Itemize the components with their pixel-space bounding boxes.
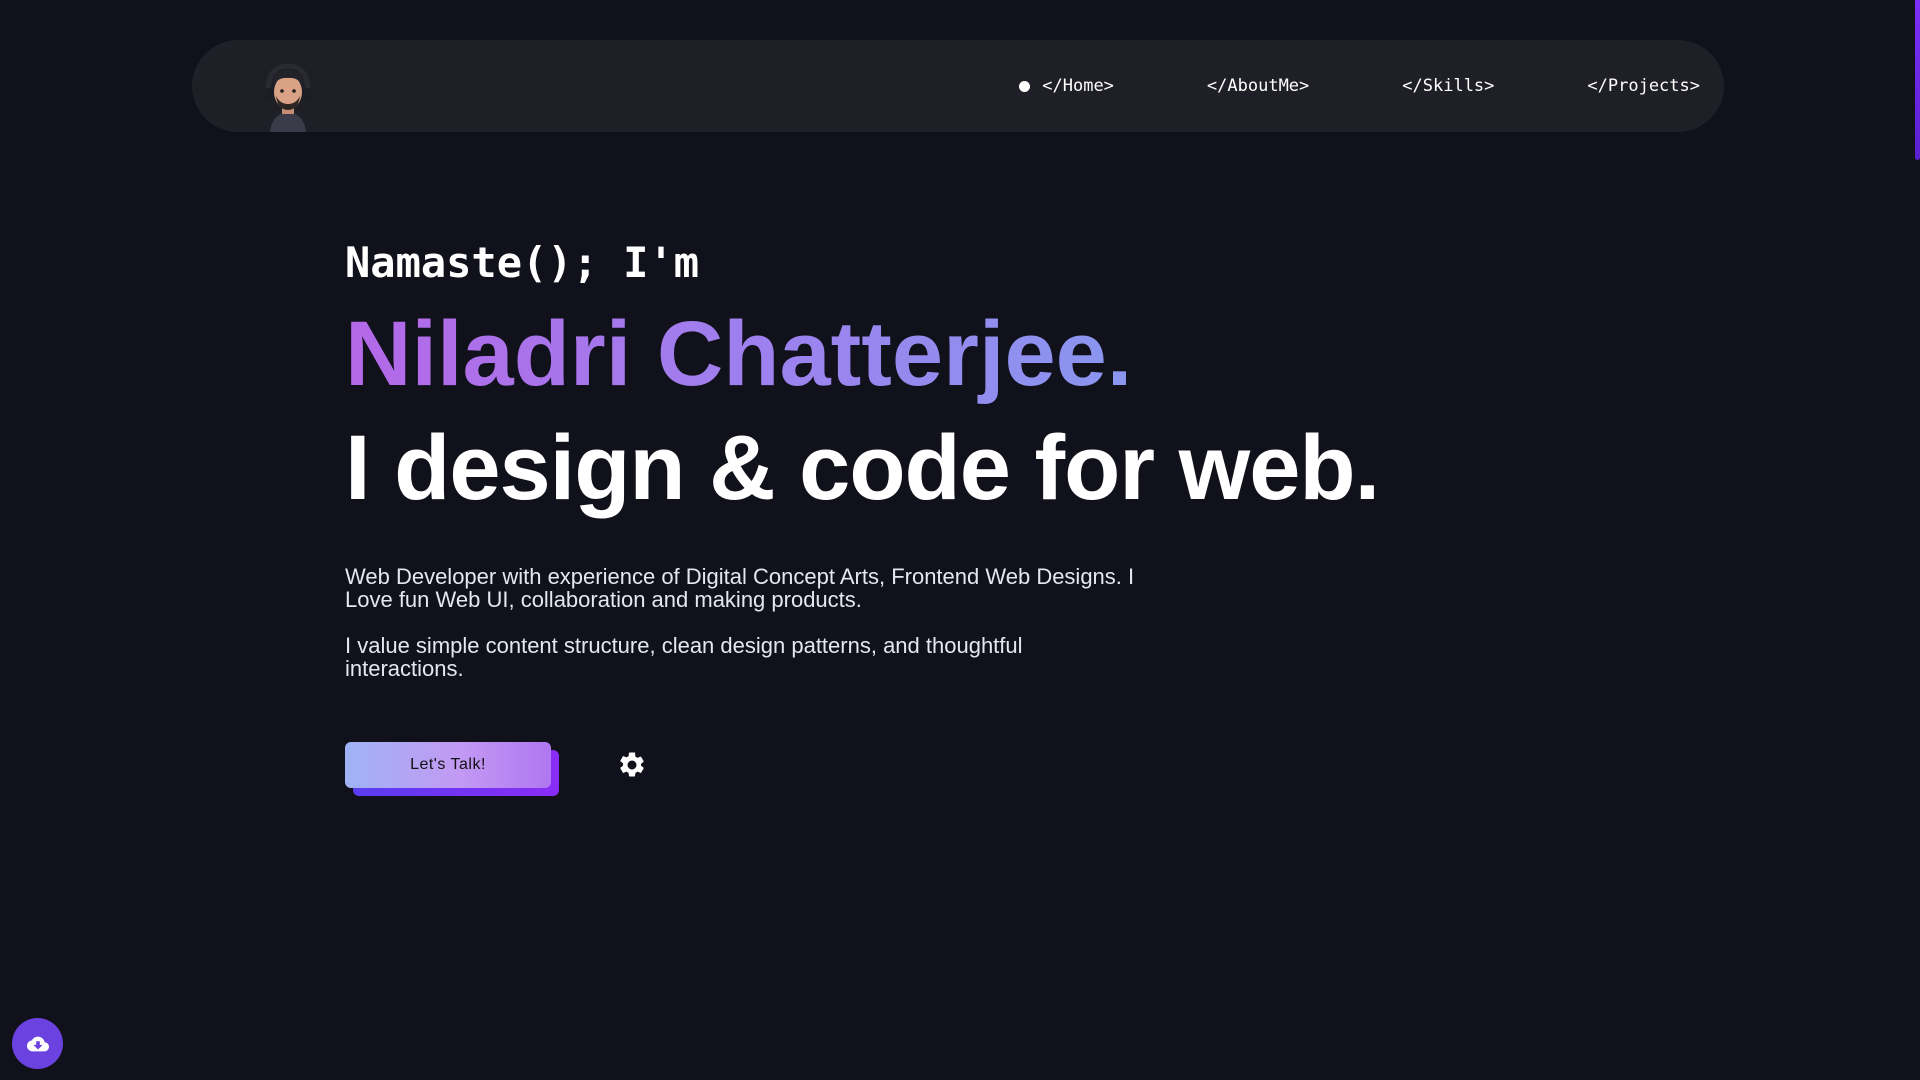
bio-paragraph: I value simple content structure, clean … xyxy=(345,633,1023,681)
cloud-download-icon xyxy=(26,1036,49,1051)
nav-item-label: </Skills> xyxy=(1402,76,1495,96)
nav-item-label: </Home> xyxy=(1042,76,1114,96)
page: </Home> </AboutMe> </Skills> </Projects>… xyxy=(0,0,1920,1080)
hero-bio: Web Developer with experience of Digital… xyxy=(345,565,1145,680)
lets-talk-button[interactable]: Let's Talk! xyxy=(345,742,551,788)
hero-section: Namaste(); I'm Niladri Chatterjee. I des… xyxy=(345,235,1445,796)
hero-tagline: I design & code for web. xyxy=(345,417,1380,519)
avatar[interactable] xyxy=(262,62,314,132)
nav-item-projects[interactable]: </Projects> xyxy=(1587,76,1700,96)
bio-paragraph: Web Developer with experience of Digital… xyxy=(345,564,1135,612)
nav-links: </Home> </AboutMe> </Skills> </Projects> xyxy=(1019,40,1700,132)
gear-icon xyxy=(620,752,644,777)
hero-actions: Let's Talk! xyxy=(345,742,1445,796)
nav-item-skills[interactable]: </Skills> xyxy=(1402,76,1494,96)
settings-button[interactable] xyxy=(617,750,647,780)
scrollbar[interactable] xyxy=(1915,0,1920,1080)
navbar: </Home> </AboutMe> </Skills> </Projects> xyxy=(192,40,1724,132)
download-resume-button[interactable] xyxy=(12,1018,63,1069)
nav-item-aboutme[interactable]: </AboutMe> xyxy=(1207,76,1309,96)
hero-greeting: Namaste(); I'm xyxy=(345,238,700,287)
active-indicator-dot xyxy=(1019,80,1031,92)
hero-name: Niladri Chatterjee. xyxy=(345,299,1445,409)
nav-item-home[interactable]: </Home> xyxy=(1019,76,1114,96)
nav-item-label: </AboutMe> xyxy=(1206,76,1310,96)
nav-item-label: </Projects> xyxy=(1587,76,1700,96)
scrollbar-thumb[interactable] xyxy=(1915,0,1920,160)
avatar-portrait-icon xyxy=(265,63,311,132)
